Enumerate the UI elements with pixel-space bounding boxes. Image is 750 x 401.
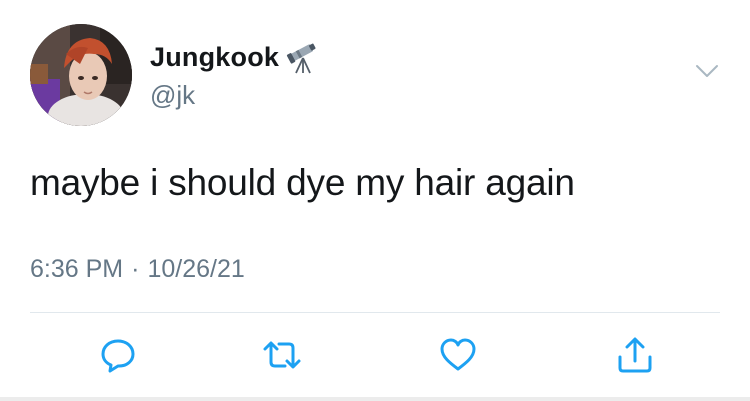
reply-button[interactable] <box>93 330 143 380</box>
share-button[interactable] <box>610 330 660 380</box>
tweet-card: Jungkook @jk maybe i should dye my hair … <box>0 0 750 401</box>
tweet-text: maybe i should dye my hair again <box>30 162 575 203</box>
like-button[interactable] <box>433 330 483 380</box>
tweet-time: 6:36 PM <box>30 255 124 283</box>
retweet-button[interactable] <box>257 330 307 380</box>
display-name[interactable]: Jungkook <box>150 42 279 73</box>
retweet-icon <box>261 335 303 375</box>
speech-bubble-icon <box>98 335 138 375</box>
chevron-down-icon[interactable] <box>694 62 720 80</box>
avatar-photo <box>30 24 132 126</box>
bottom-border <box>0 397 750 401</box>
meta-separator: · <box>131 255 140 283</box>
tweet-timestamp[interactable]: 6:36 PM · 10/26/21 <box>30 255 245 284</box>
action-bar <box>0 330 750 380</box>
share-icon <box>615 335 655 375</box>
telescope-icon <box>283 40 323 74</box>
heart-icon <box>438 335 478 375</box>
avatar[interactable] <box>30 24 132 126</box>
tweet-date: 10/26/21 <box>147 255 245 283</box>
display-name-row: Jungkook <box>150 40 323 74</box>
user-handle[interactable]: @jk <box>150 80 195 111</box>
divider <box>30 312 720 313</box>
